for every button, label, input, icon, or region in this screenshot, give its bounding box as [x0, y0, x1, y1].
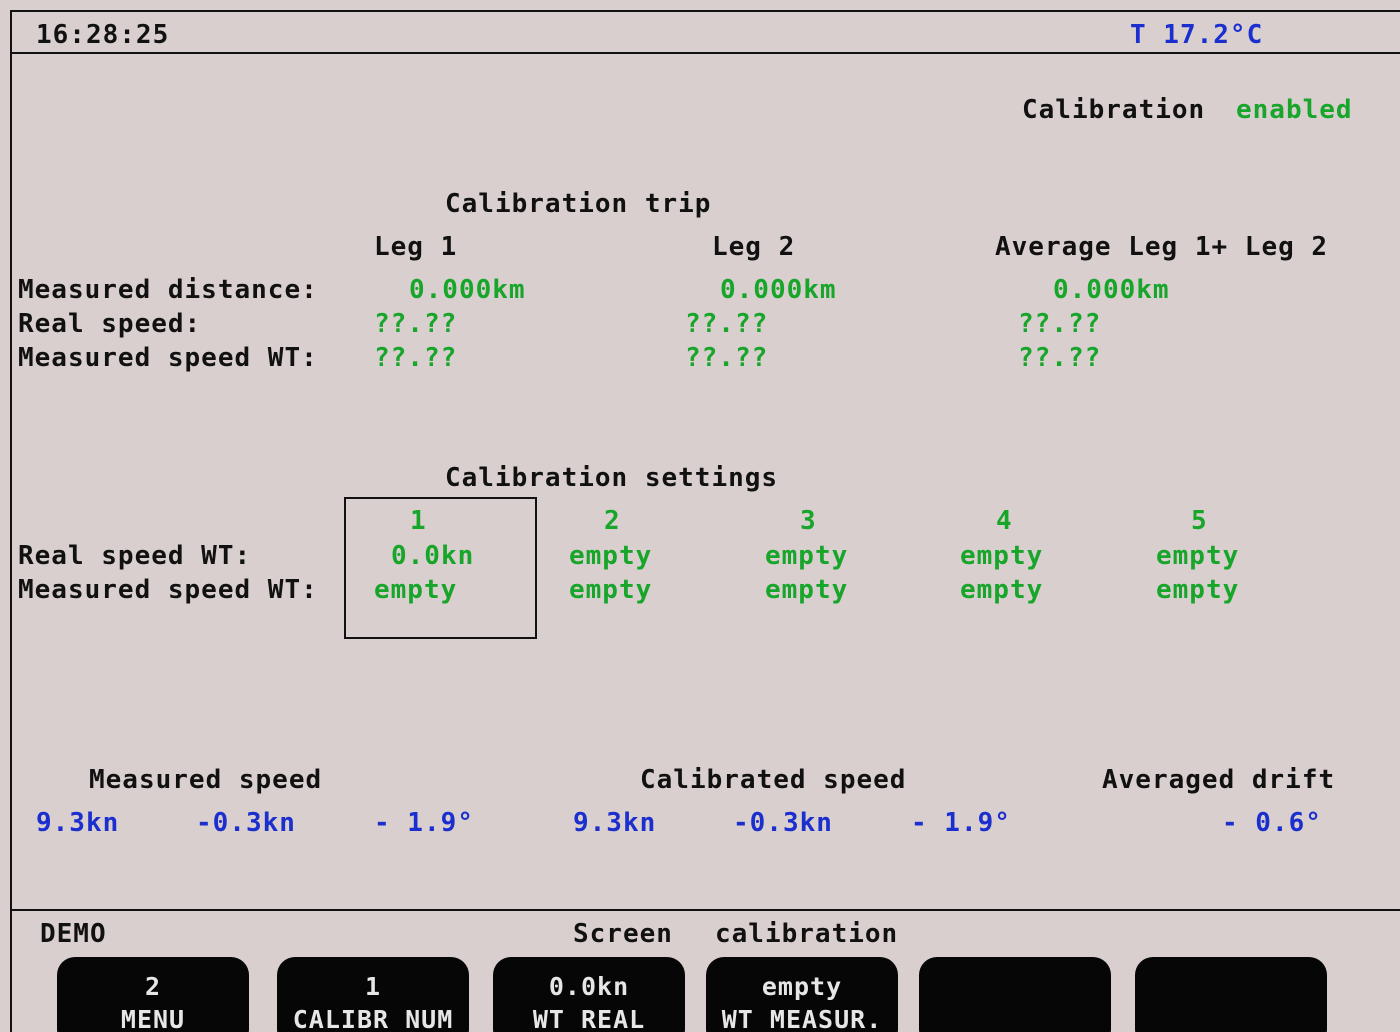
settings-real-speed-3: empty — [765, 541, 849, 571]
settings-measured-speed-5: empty — [1156, 575, 1240, 605]
softkey-wt-real-value: 0.0kn — [548, 972, 630, 1001]
display-screen: 16:28:25 T 17.2°C Calibration enabled Ca… — [0, 0, 1400, 1032]
trip-measured-speed-leg2: ??.?? — [685, 343, 769, 373]
averaged-drift-value: - 0.6° — [1222, 808, 1322, 838]
trip-distance-leg1: 0.000km — [409, 275, 526, 305]
trip-row-label-measured-speed: Measured speed WT: — [18, 343, 318, 373]
trip-title: Calibration trip — [445, 189, 712, 219]
softkey-6[interactable] — [1135, 957, 1327, 1032]
settings-title: Calibration settings — [445, 463, 779, 493]
measured-speed-label: Measured speed — [89, 765, 323, 795]
settings-slot-5[interactable]: 5 — [1191, 506, 1208, 536]
mode-indicator: DEMO — [40, 919, 107, 949]
settings-slot-1[interactable]: 1 — [410, 506, 427, 536]
softkey-5[interactable] — [919, 957, 1111, 1032]
footer-divider — [10, 909, 1400, 911]
screen-label: Screen — [573, 919, 673, 949]
softkey-wt-real[interactable]: 0.0kn WT REAL — [493, 957, 685, 1032]
trip-col-leg2: Leg 2 — [712, 232, 796, 262]
softkey-calibr-num-value: 1 — [364, 972, 382, 1001]
softkey-wt-measur[interactable]: empty WT MEASUR. — [706, 957, 898, 1032]
softkey-calibr-num-label: CALIBR NUM — [292, 1005, 454, 1032]
measured-speed-value: 9.3kn — [36, 808, 120, 838]
measured-speed-angle: - 1.9° — [374, 808, 474, 838]
trip-row-label-distance: Measured distance: — [18, 275, 318, 305]
calibration-status-value: enabled — [1236, 95, 1353, 125]
settings-slot-2[interactable]: 2 — [604, 506, 621, 536]
softkey-menu-value: 2 — [144, 972, 162, 1001]
softkey-calibr-num[interactable]: 1 CALIBR NUM — [277, 957, 469, 1032]
trip-measured-speed-average: ??.?? — [1018, 343, 1102, 373]
settings-real-speed-4: empty — [960, 541, 1044, 571]
temperature-readout: T 17.2°C — [1130, 20, 1264, 50]
settings-real-speed-2: empty — [569, 541, 653, 571]
trip-real-speed-leg1: ??.?? — [374, 309, 458, 339]
settings-measured-speed-3: empty — [765, 575, 849, 605]
averaged-drift-label: Averaged drift — [1102, 765, 1336, 795]
trip-col-average: Average Leg 1+ Leg 2 — [995, 232, 1329, 262]
softkey-menu[interactable]: 2 MENU — [57, 957, 249, 1032]
trip-real-speed-leg2: ??.?? — [685, 309, 769, 339]
softkey-wt-measur-label: WT MEASUR. — [721, 1005, 883, 1032]
calibrated-speed-angle: - 1.9° — [911, 808, 1011, 838]
settings-row-label-measured-speed: Measured speed WT: — [18, 575, 318, 605]
settings-real-speed-1: 0.0kn — [391, 541, 475, 571]
settings-slot-3[interactable]: 3 — [800, 506, 817, 536]
screen-name: calibration — [715, 919, 899, 949]
calibrated-speed-cross: -0.3kn — [733, 808, 833, 838]
softkey-wt-real-label: WT REAL — [532, 1005, 646, 1032]
settings-real-speed-5: empty — [1156, 541, 1240, 571]
trip-row-label-real-speed: Real speed: — [18, 309, 202, 339]
clock-time: 16:28:25 — [36, 20, 170, 50]
softkey-wt-measur-value: empty — [761, 972, 843, 1001]
calibrated-speed-label: Calibrated speed — [640, 765, 907, 795]
header-divider — [10, 52, 1400, 54]
calibration-status-label: Calibration — [1022, 95, 1206, 125]
settings-row-label-real-speed: Real speed WT: — [18, 541, 252, 571]
settings-measured-speed-4: empty — [960, 575, 1044, 605]
trip-col-leg1: Leg 1 — [374, 232, 458, 262]
trip-distance-average: 0.000km — [1053, 275, 1170, 305]
settings-slot-4[interactable]: 4 — [996, 506, 1013, 536]
settings-measured-speed-2: empty — [569, 575, 653, 605]
trip-real-speed-average: ??.?? — [1018, 309, 1102, 339]
softkey-menu-label: MENU — [120, 1005, 186, 1032]
settings-measured-speed-1: empty — [374, 575, 458, 605]
trip-measured-speed-leg1: ??.?? — [374, 343, 458, 373]
trip-distance-leg2: 0.000km — [720, 275, 837, 305]
measured-speed-cross: -0.3kn — [196, 808, 296, 838]
calibrated-speed-value: 9.3kn — [573, 808, 657, 838]
